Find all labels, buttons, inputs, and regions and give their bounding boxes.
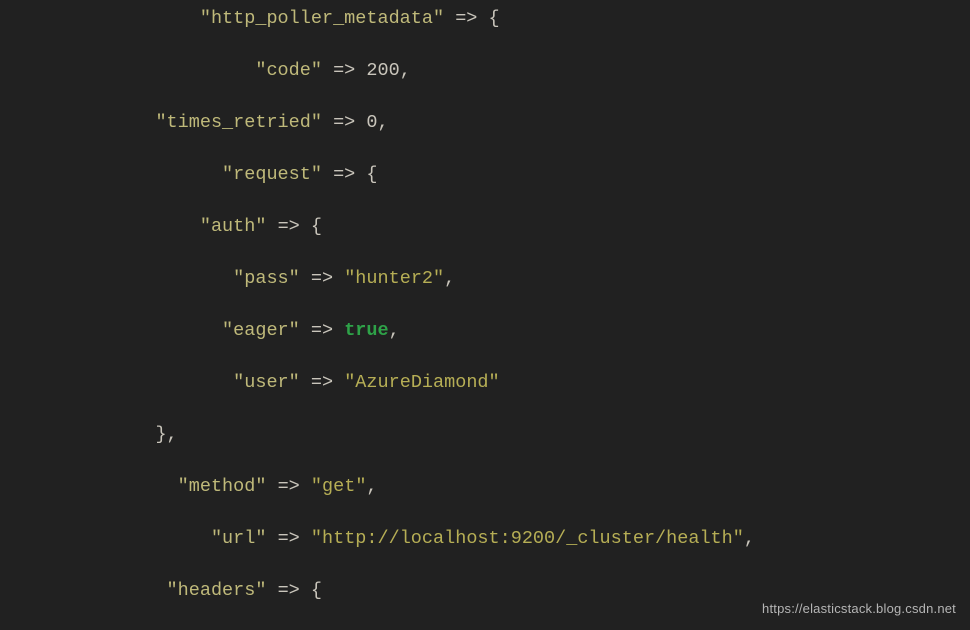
key: "method" — [178, 476, 267, 497]
key: "http_poller_metadata" — [200, 8, 444, 29]
key: "times_retried" — [155, 112, 322, 133]
value-number: 0 — [366, 112, 377, 133]
code-line: "eager" => true, — [0, 318, 970, 344]
code-pre: "http_poller_metadata" => { "code" => 20… — [0, 6, 970, 630]
code-line: "request" => { — [0, 162, 970, 188]
code-line: "code" => 200, — [0, 58, 970, 84]
key: "eager" — [222, 320, 300, 341]
arrow-token: => — [278, 528, 300, 549]
arrow-token: => — [278, 580, 300, 601]
key: "user" — [233, 372, 300, 393]
code-line: }, — [0, 422, 970, 448]
key: "request" — [222, 164, 322, 185]
brace-token: { — [311, 580, 322, 601]
code-line: "auth" => { — [0, 214, 970, 240]
value-string: "http://localhost:9200/_cluster/health" — [311, 528, 744, 549]
comma-token: , — [444, 268, 455, 289]
arrow-token: => — [455, 8, 477, 29]
value-boolean: true — [344, 320, 388, 341]
comma-token: , — [400, 60, 411, 81]
value-number: 200 — [366, 60, 399, 81]
comma-token: , — [366, 476, 377, 497]
brace-token: { — [489, 8, 500, 29]
code-line: "http_poller_metadata" => { — [0, 6, 970, 32]
comma-token: , — [167, 424, 178, 445]
code-block: "http_poller_metadata" => { "code" => 20… — [0, 0, 970, 630]
brace-token: { — [366, 164, 377, 185]
comma-token: , — [744, 528, 755, 549]
arrow-token: => — [311, 268, 333, 289]
key: "auth" — [200, 216, 267, 237]
arrow-token: => — [278, 476, 300, 497]
arrow-token: => — [278, 216, 300, 237]
value-string: "get" — [311, 476, 367, 497]
code-line: "user" => "AzureDiamond" — [0, 370, 970, 396]
code-line: "times_retried" => 0, — [0, 110, 970, 136]
key: "headers" — [167, 580, 267, 601]
code-line: "pass" => "hunter2", — [0, 266, 970, 292]
code-line: "url" => "http://localhost:9200/_cluster… — [0, 526, 970, 552]
arrow-token: => — [333, 60, 355, 81]
arrow-token: => — [333, 164, 355, 185]
arrow-token: => — [311, 320, 333, 341]
code-line: "method" => "get", — [0, 474, 970, 500]
brace-token: { — [311, 216, 322, 237]
value-string: "hunter2" — [344, 268, 444, 289]
key: "code" — [255, 60, 322, 81]
arrow-token: => — [333, 112, 355, 133]
brace-token: } — [155, 424, 166, 445]
watermark: https://elasticstack.blog.csdn.net — [762, 596, 956, 622]
key: "url" — [211, 528, 267, 549]
value-string: "AzureDiamond" — [344, 372, 499, 393]
key: "pass" — [233, 268, 300, 289]
comma-token: , — [389, 320, 400, 341]
comma-token: , — [378, 112, 389, 133]
arrow-token: => — [311, 372, 333, 393]
